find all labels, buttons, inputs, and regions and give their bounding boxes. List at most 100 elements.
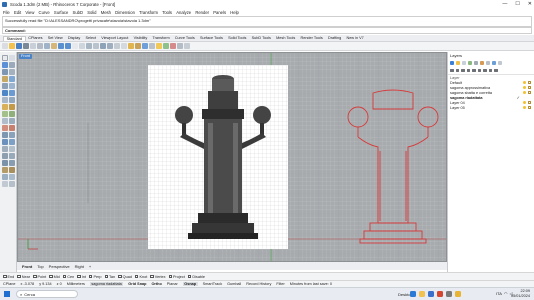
tab-mesh-tools[interactable]: Mesh Tools <box>274 36 298 40</box>
point-icon[interactable] <box>9 55 15 61</box>
open-folder-icon[interactable] <box>9 43 15 49</box>
menu-subd[interactable]: SubD <box>73 10 83 15</box>
windows-start-icon[interactable] <box>4 291 10 297</box>
menu-curve[interactable]: Curve <box>39 10 50 15</box>
viewport-tab-right[interactable]: Right <box>75 264 84 269</box>
taskbar-search[interactable]: ⌕ Cerca <box>16 290 78 298</box>
layers-tab-icon[interactable] <box>456 61 460 65</box>
command-input[interactable]: Command: <box>2 27 532 34</box>
scale-icon[interactable] <box>9 153 15 159</box>
menu-dimension[interactable]: Dimension <box>115 10 135 15</box>
ortho-toggle[interactable]: Ortho <box>151 282 161 286</box>
grid-snap-toggle[interactable]: Grid Snap <box>128 282 146 286</box>
osnap-vertex[interactable]: Vertex <box>150 275 166 279</box>
layer-row-layer-05[interactable]: Layer 05 <box>448 105 534 110</box>
osnap-mid[interactable]: Mid <box>49 275 60 279</box>
polygon-icon[interactable] <box>2 83 8 89</box>
filter-toggle[interactable]: Filter <box>276 282 284 286</box>
menu-help[interactable]: Help <box>230 10 239 15</box>
grid-icon[interactable] <box>2 181 8 187</box>
render-tab-icon[interactable] <box>492 61 496 65</box>
fillet-icon[interactable] <box>2 139 8 145</box>
zoom-selected-icon[interactable] <box>107 43 113 49</box>
layer-lock-icon[interactable] <box>528 106 531 109</box>
zoom-window-icon[interactable] <box>93 43 99 49</box>
display-tab-icon[interactable] <box>462 61 466 65</box>
osnap-perp[interactable]: Perp <box>88 275 102 279</box>
tab-surface-tools[interactable]: Surface Tools <box>197 36 225 40</box>
units-label[interactable]: Millimeters <box>67 282 85 286</box>
tab-transform[interactable]: Transform <box>150 36 172 40</box>
tab-display[interactable]: Display <box>65 36 83 40</box>
osnap-point[interactable]: Point <box>33 275 46 279</box>
cplane-label[interactable]: CPlane <box>3 282 15 286</box>
file-explorer-icon[interactable] <box>419 291 425 297</box>
new-layer-icon[interactable] <box>450 68 454 73</box>
osnap-cen[interactable]: Cen <box>62 275 74 279</box>
osnap-near[interactable]: Near <box>17 275 30 279</box>
tab-set-view[interactable]: Set View <box>45 36 65 40</box>
zoom-extents-icon[interactable] <box>100 43 106 49</box>
taskbar-clock[interactable]: 22:09 05/01/2024 <box>511 289 530 299</box>
paste-icon[interactable] <box>51 43 57 49</box>
rhino-taskbar-icon[interactable] <box>446 291 452 297</box>
panel-options-icon[interactable] <box>498 61 502 65</box>
mirror-icon[interactable] <box>2 160 8 166</box>
tab-drafting[interactable]: Drafting <box>325 36 343 40</box>
menu-transform[interactable]: Transform <box>139 10 158 15</box>
loft-icon[interactable] <box>2 97 8 103</box>
layer-icon[interactable] <box>163 43 169 49</box>
boolean-icon[interactable] <box>2 167 8 173</box>
move-down-icon[interactable] <box>472 68 476 73</box>
layer-settings-icon[interactable] <box>488 68 492 73</box>
tab-standard[interactable]: Standard <box>3 35 26 41</box>
split-icon[interactable] <box>9 125 15 131</box>
layer-lock-icon[interactable] <box>528 91 531 94</box>
chrome-icon[interactable] <box>455 291 461 297</box>
named-views-tab-icon[interactable] <box>474 61 478 65</box>
explode-icon[interactable] <box>9 132 15 138</box>
layer-visible-bulb-icon[interactable] <box>523 86 526 89</box>
rendered-icon[interactable] <box>135 43 141 49</box>
tab-viewport-layout[interactable]: Viewport Layout <box>99 36 131 40</box>
viewport-canvas[interactable] <box>18 53 447 262</box>
cut-icon[interactable] <box>37 43 43 49</box>
layer-help-icon[interactable] <box>494 68 498 73</box>
viewport-tab-front[interactable]: Front <box>22 264 32 269</box>
hide-icon[interactable] <box>149 43 155 49</box>
surface-icon[interactable] <box>2 90 8 96</box>
front-viewport[interactable] <box>17 52 447 262</box>
osnap-project[interactable]: Project <box>168 275 185 279</box>
layer-visible-bulb-icon[interactable] <box>523 101 526 104</box>
tab-select[interactable]: Select <box>83 36 99 40</box>
menu-file[interactable]: File <box>3 10 10 15</box>
current-layer-status[interactable]: sagoma riadattata <box>89 282 124 286</box>
properties-tab-icon[interactable] <box>450 61 454 65</box>
rectangle-icon[interactable] <box>9 76 15 82</box>
analyze-icon[interactable] <box>9 174 15 180</box>
add-viewport-tab-button[interactable]: + <box>89 264 91 269</box>
menu-solid[interactable]: Solid <box>87 10 96 15</box>
text-icon[interactable] <box>9 118 15 124</box>
layer-tools-icon[interactable] <box>483 68 487 73</box>
powerpoint-icon[interactable] <box>437 291 443 297</box>
subd-icon[interactable] <box>9 111 15 117</box>
redo-icon[interactable] <box>65 43 71 49</box>
box-icon[interactable] <box>2 104 8 110</box>
options-icon[interactable] <box>177 43 183 49</box>
osnap-int[interactable]: Int <box>77 275 86 279</box>
offset-icon[interactable] <box>9 139 15 145</box>
record-history-toggle[interactable]: Record History <box>246 282 271 286</box>
trim-icon[interactable] <box>2 125 8 131</box>
minimize-button[interactable]: — <box>502 1 507 7</box>
smarttrack-toggle[interactable]: SmartTrack <box>203 282 222 286</box>
shell-icon[interactable] <box>9 167 15 173</box>
sphere-icon[interactable] <box>9 104 15 110</box>
new-file-icon[interactable] <box>2 43 8 49</box>
copy-icon[interactable] <box>44 43 50 49</box>
word-icon[interactable] <box>428 291 434 297</box>
rotate-icon[interactable] <box>2 153 8 159</box>
four-views-icon[interactable] <box>121 43 127 49</box>
gumball-toggle[interactable]: Gumball <box>227 282 241 286</box>
menu-view[interactable]: View <box>25 10 34 15</box>
